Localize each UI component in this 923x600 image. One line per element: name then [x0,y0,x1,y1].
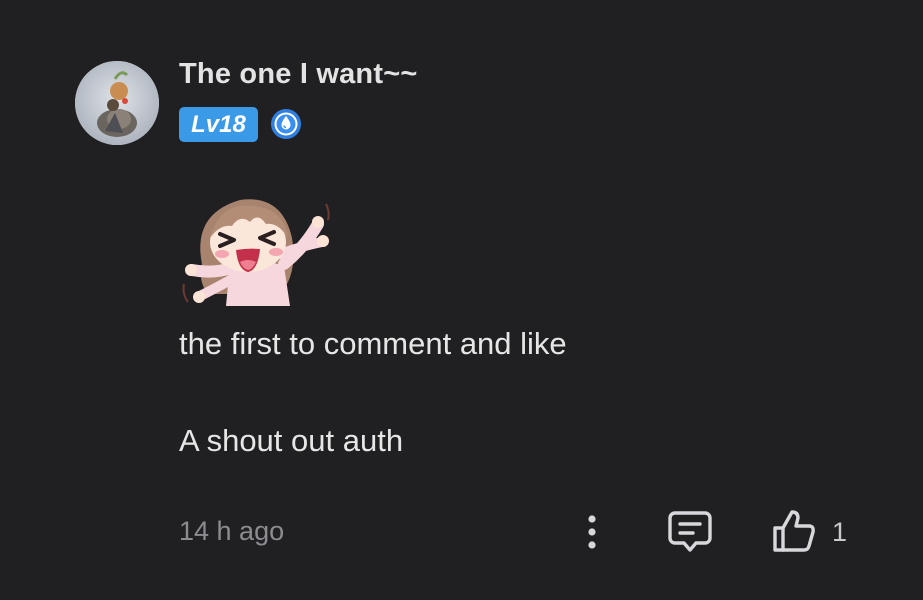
thumbs-up-icon [773,510,815,552]
water-drop-medal-icon [270,108,302,140]
comment-timestamp: 14 h ago [179,516,285,546]
like-button[interactable] [770,507,818,555]
comment-item: The one I want~~ Lv18 the first to comme… [0,0,923,600]
avatar-image [75,61,159,145]
comment-text-line: A shout out auth [179,423,404,458]
reply-button[interactable] [666,509,714,555]
level-badge: Lv18 [179,107,258,142]
avatar[interactable] [75,61,159,145]
author-name[interactable]: The one I want~~ [179,58,417,91]
comment-text-line: the first to comment and like [179,326,567,361]
like-count: 1 [832,517,848,547]
excited-anime-girl-sticker [180,194,330,308]
comment-bubble-icon [668,511,712,552]
vertical-dots-icon [588,515,596,549]
more-options-button[interactable] [580,512,604,552]
